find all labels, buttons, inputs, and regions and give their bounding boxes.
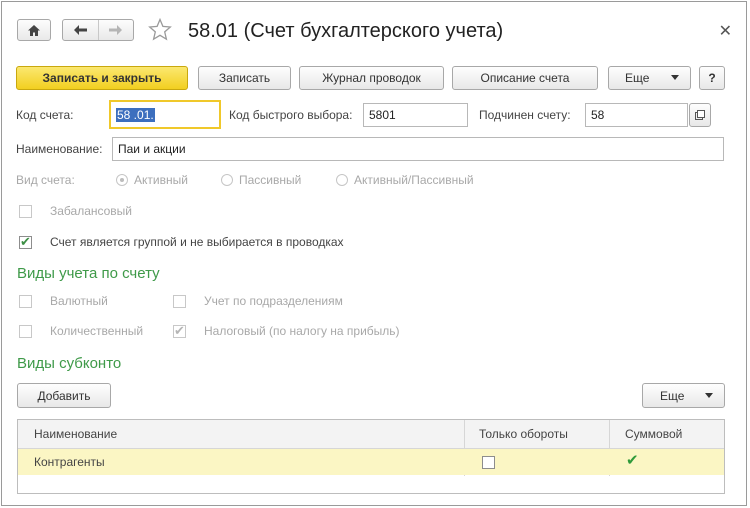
- table-header: Наименование Только обороты Суммовой: [18, 420, 724, 449]
- subconto-heading: Виды субконто: [17, 355, 122, 372]
- quick-code-label: Код быстрого выбора:: [229, 108, 353, 122]
- add-button[interactable]: Добавить: [17, 383, 111, 408]
- arrow-right-icon: [109, 25, 123, 35]
- more-menu-button[interactable]: Еще: [608, 66, 691, 90]
- radio-active-passive[interactable]: [336, 174, 348, 186]
- back-button[interactable]: [63, 20, 98, 40]
- chevron-down-icon: [705, 393, 713, 398]
- summary-checkmark-icon[interactable]: ✔: [626, 453, 639, 468]
- account-type-label: Вид счета:: [16, 173, 75, 187]
- close-button[interactable]: ✕: [719, 21, 732, 41]
- name-label: Наименование:: [16, 142, 103, 156]
- page-title: 58.01 (Счет бухгалтерского учета): [188, 20, 504, 42]
- column-header-summary[interactable]: Суммовой: [625, 420, 682, 448]
- forward-button[interactable]: [97, 20, 134, 40]
- account-form-window: 58.01 (Счет бухгалтерского учета) ✕ Запи…: [1, 1, 747, 506]
- is-group-checkbox[interactable]: ✔: [19, 234, 32, 249]
- parent-account-label: Подчинен счету:: [479, 108, 571, 122]
- close-icon: ✕: [718, 23, 732, 40]
- quantity-label: Количественный: [50, 324, 144, 338]
- save-button[interactable]: Записать: [198, 66, 291, 90]
- home-icon: [28, 24, 40, 36]
- row-name-cell: Контрагенты: [34, 455, 105, 469]
- quantity-checkbox[interactable]: [19, 325, 32, 338]
- tax-checkbox[interactable]: ✔: [173, 323, 186, 338]
- chevron-down-icon: [671, 75, 679, 80]
- by-division-checkbox[interactable]: [173, 295, 186, 308]
- subconto-more-button[interactable]: Еще: [642, 383, 725, 408]
- parent-account-input[interactable]: 58: [585, 103, 688, 127]
- off-balance-label: Забалансовый: [50, 204, 133, 218]
- help-button[interactable]: ?: [699, 66, 725, 90]
- more-label: Еще: [625, 71, 650, 85]
- is-group-label: Счет является группой и не выбирается в …: [50, 235, 344, 249]
- open-parent-button[interactable]: [689, 103, 711, 127]
- name-input[interactable]: Паи и акции: [112, 137, 724, 161]
- subconto-more-label: Еще: [660, 388, 685, 403]
- tax-label: Налоговый (по налогу на прибыль): [204, 324, 400, 338]
- by-division-label: Учет по подразделениям: [204, 294, 343, 308]
- column-header-turnover-only[interactable]: Только обороты: [479, 420, 568, 448]
- checkmark-icon: ✔: [174, 323, 185, 338]
- account-description-button[interactable]: Описание счета: [452, 66, 598, 90]
- star-icon: [148, 17, 172, 41]
- open-form-icon: [695, 110, 705, 120]
- turnover-only-checkbox[interactable]: [482, 456, 495, 469]
- radio-passive[interactable]: [221, 174, 233, 186]
- radio-passive-label: Пассивный: [239, 173, 302, 187]
- currency-checkbox[interactable]: [19, 295, 32, 308]
- table-row[interactable]: Контрагенты ✔: [18, 449, 724, 475]
- subconto-table: Наименование Только обороты Суммовой Кон…: [17, 419, 725, 494]
- arrow-left-icon: [73, 25, 87, 35]
- column-header-name[interactable]: Наименование: [34, 420, 117, 448]
- journal-button[interactable]: Журнал проводок: [299, 66, 444, 90]
- account-code-input[interactable]: 58 .01.: [109, 100, 221, 129]
- home-button[interactable]: [17, 19, 51, 41]
- radio-active-passive-label: Активный/Пассивный: [354, 173, 474, 187]
- favorite-button[interactable]: [148, 17, 172, 44]
- quick-code-input[interactable]: 5801: [363, 103, 468, 127]
- account-code-value: 58 .01.: [116, 107, 155, 122]
- history-nav: [62, 19, 134, 41]
- off-balance-checkbox[interactable]: [19, 205, 32, 218]
- currency-label: Валютный: [50, 294, 108, 308]
- save-and-close-button[interactable]: Записать и закрыть: [16, 66, 188, 90]
- radio-active-label: Активный: [134, 173, 188, 187]
- checkmark-icon: ✔: [20, 234, 31, 249]
- account-code-label: Код счета:: [16, 108, 74, 122]
- radio-active[interactable]: [116, 174, 128, 186]
- accounting-types-heading: Виды учета по счету: [17, 265, 160, 282]
